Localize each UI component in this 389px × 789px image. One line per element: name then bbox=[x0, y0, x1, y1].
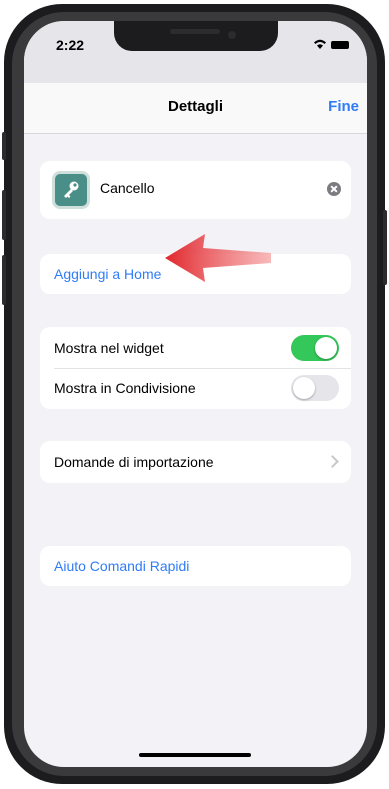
camera bbox=[228, 31, 236, 39]
divider bbox=[54, 368, 351, 369]
done-button[interactable]: Fine bbox=[328, 98, 359, 115]
status-time: 2:22 bbox=[56, 37, 85, 53]
page-title: Dettagli bbox=[167, 98, 223, 115]
notch bbox=[114, 21, 278, 51]
speaker bbox=[170, 29, 220, 34]
navigation-bar: Dettagli Fine bbox=[24, 83, 367, 134]
red-arrow-icon bbox=[165, 234, 271, 282]
volume-down-button bbox=[2, 255, 6, 305]
chevron-right-icon bbox=[326, 455, 339, 468]
key-icon bbox=[64, 181, 79, 198]
add-to-home-button[interactable]: Aggiungi a Home bbox=[54, 266, 161, 282]
help-button[interactable]: Aiuto Comandi Rapidi bbox=[54, 558, 189, 574]
clear-icon[interactable] bbox=[327, 182, 341, 196]
screen: 2:22 Dettagli Fine Cancello Aggiungi a H… bbox=[24, 21, 367, 767]
silent-switch bbox=[2, 132, 6, 160]
import-questions-card[interactable]: Domande di importazione bbox=[40, 441, 351, 483]
shortcut-app-icon[interactable] bbox=[52, 171, 90, 209]
power-button bbox=[383, 210, 387, 285]
shortcut-name-field[interactable]: Cancello bbox=[100, 180, 154, 196]
help-card: Aiuto Comandi Rapidi bbox=[40, 546, 351, 586]
toggle-knob bbox=[293, 377, 315, 399]
options-card: Mostra nel widget Mostra in Condivisione bbox=[40, 327, 351, 409]
volume-up-button bbox=[2, 190, 6, 240]
show-in-share-toggle[interactable] bbox=[291, 375, 339, 401]
show-in-share-label: Mostra in Condivisione bbox=[54, 380, 196, 396]
home-indicator bbox=[139, 753, 251, 757]
show-in-widget-label: Mostra nel widget bbox=[54, 340, 164, 356]
toggle-knob bbox=[315, 337, 337, 359]
shortcut-name-card: Cancello bbox=[40, 161, 351, 219]
status-bar: 2:22 bbox=[24, 21, 367, 83]
battery-icon bbox=[331, 41, 349, 49]
import-questions-label: Domande di importazione bbox=[54, 454, 214, 470]
show-in-widget-toggle[interactable] bbox=[291, 335, 339, 361]
wifi-icon bbox=[314, 39, 326, 49]
